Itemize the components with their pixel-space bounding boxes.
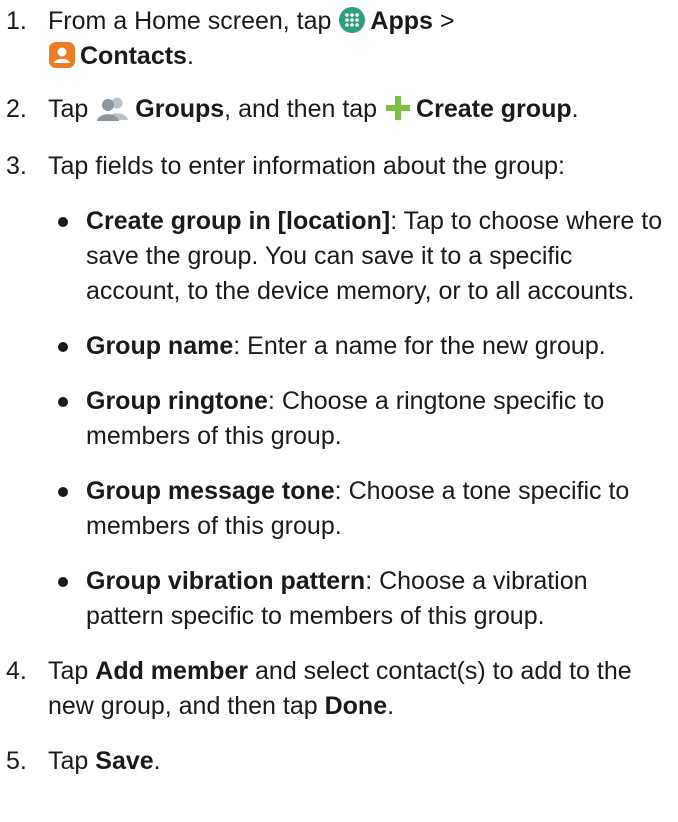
step-number: 4. (6, 657, 27, 685)
step-2: 2. Tap Groups, and then tap Create group… (0, 92, 670, 127)
done-label: Done (324, 692, 388, 720)
step-text: From a Home screen, tap (48, 7, 339, 35)
step-text: Tap (48, 657, 96, 685)
save-label: Save (95, 747, 154, 775)
list-item: Group name: Enter a name for the new gro… (48, 329, 670, 364)
bullet (58, 577, 68, 587)
add-member-label: Add member (95, 657, 249, 685)
step-1: 1. From a Home screen, tap Apps > Contact… (0, 4, 670, 74)
step-text: Tap fields to enter information about th… (48, 152, 565, 180)
contacts-label: Contacts (80, 42, 187, 70)
step-number: 3. (6, 152, 27, 180)
instructions-page: 1. From a Home screen, tap Apps > Contact… (0, 0, 678, 822)
separator: > (432, 7, 455, 35)
bullet (58, 217, 68, 227)
steps-list: 1. From a Home screen, tap Apps > Contact… (0, 4, 670, 779)
contacts-icon (48, 41, 76, 69)
apps-label: Apps (370, 7, 433, 35)
groups-label: Groups (135, 95, 225, 123)
field-desc: : Enter a name for the new group. (233, 332, 606, 360)
bullet (58, 342, 68, 352)
groups-icon (95, 94, 131, 122)
field-label: Group ringtone (86, 387, 268, 415)
plus-icon (384, 94, 412, 122)
field-list: Create group in [location]: Tap to choos… (48, 204, 670, 634)
list-item: Group message tone: Choose a tone specif… (48, 474, 670, 544)
step-3: 3. Tap fields to enter information about… (0, 149, 670, 634)
step-number: 2. (6, 95, 27, 123)
step-number: 1. (6, 7, 27, 35)
step-text: Tap (48, 747, 96, 775)
bullet (58, 397, 68, 407)
list-item: Group vibration pattern: Choose a vibrat… (48, 564, 670, 634)
step-4: 4. Tap Add member and select contact(s) … (0, 654, 670, 724)
list-item: Group ringtone: Choose a ringtone specif… (48, 384, 670, 454)
step-number: 5. (6, 747, 27, 775)
step-text: Tap (48, 95, 96, 123)
field-label: Group vibration pattern (86, 567, 366, 595)
bullet (58, 487, 68, 497)
field-label: Group message tone (86, 477, 335, 505)
create-group-label: Create group (416, 95, 572, 123)
field-label: Create group in [location] (86, 207, 391, 235)
field-label: Group name (86, 332, 234, 360)
list-item: Create group in [location]: Tap to choos… (48, 204, 670, 309)
apps-grid-icon (338, 6, 366, 34)
step-5: 5. Tap Save. (0, 744, 670, 779)
